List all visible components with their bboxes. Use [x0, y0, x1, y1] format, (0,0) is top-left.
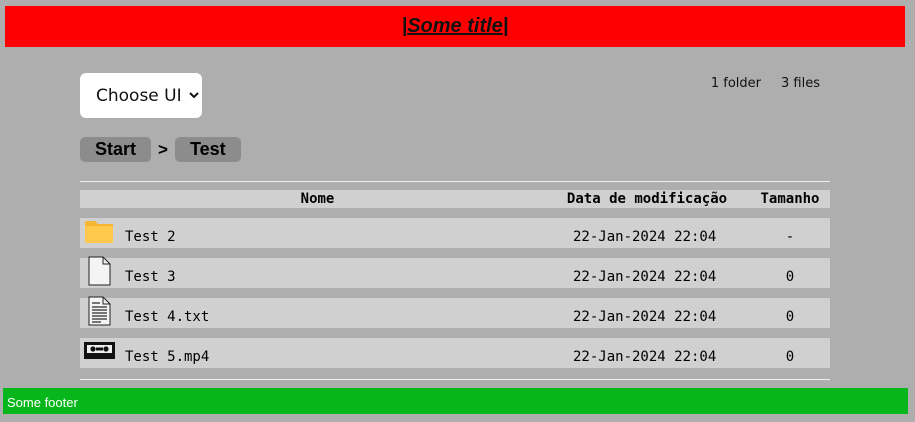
column-header-date[interactable]: Data de modificação — [562, 190, 732, 208]
folder-count: 1 folder — [710, 76, 762, 91]
breadcrumb-test[interactable]: Test — [174, 137, 241, 162]
table-row[interactable]: Test 3 22-Jan-2024 22:04 0 — [80, 256, 830, 288]
breadcrumb-separator: > — [158, 139, 168, 159]
footer-bar: Some footer — [3, 388, 908, 414]
video-cassette-icon — [84, 342, 115, 359]
page-title: |Some title| — [402, 15, 509, 38]
file-name: Test 5.mp4 — [125, 349, 210, 365]
file-size: 0 — [785, 269, 795, 285]
modified-date: 22-Jan-2024 22:04 — [573, 269, 717, 285]
footer-text: Some footer — [7, 395, 78, 410]
choose-ui-select[interactable]: Choose UI — [80, 73, 202, 118]
table-row[interactable]: Test 2 22-Jan-2024 22:04 - — [80, 218, 830, 248]
table-row[interactable]: Test 5.mp4 22-Jan-2024 22:04 0 — [80, 338, 830, 368]
table-row[interactable]: Test 4.txt 22-Jan-2024 22:04 0 — [80, 296, 830, 328]
column-header-size[interactable]: Tamanho — [755, 190, 825, 208]
file-icon — [88, 256, 111, 286]
file-name: Test 2 — [125, 229, 176, 245]
file-count: 3 files — [781, 76, 820, 91]
file-size: 0 — [785, 349, 795, 365]
text-file-icon — [88, 296, 111, 326]
table-top-divider — [80, 181, 830, 182]
file-size: - — [785, 229, 795, 245]
file-name: Test 4.txt — [125, 309, 210, 325]
title-text: Some title — [407, 15, 503, 37]
modified-date: 22-Jan-2024 22:04 — [573, 349, 717, 365]
item-counts: 1 folder 3 files — [711, 76, 820, 91]
breadcrumb: Start > Test — [80, 137, 241, 162]
breadcrumb-start[interactable]: Start — [80, 137, 152, 162]
column-header-name[interactable]: Nome — [80, 190, 555, 208]
header-bar: |Some title| — [5, 6, 905, 47]
folder-icon — [85, 221, 113, 243]
file-name: Test 3 — [125, 269, 176, 285]
modified-date: 22-Jan-2024 22:04 — [573, 309, 717, 325]
file-size: 0 — [785, 309, 795, 325]
title-pipe-right: | — [502, 15, 509, 37]
table-bottom-divider — [80, 379, 830, 380]
table-header: Nome Data de modificação Tamanho — [80, 190, 830, 208]
modified-date: 22-Jan-2024 22:04 — [573, 229, 717, 245]
